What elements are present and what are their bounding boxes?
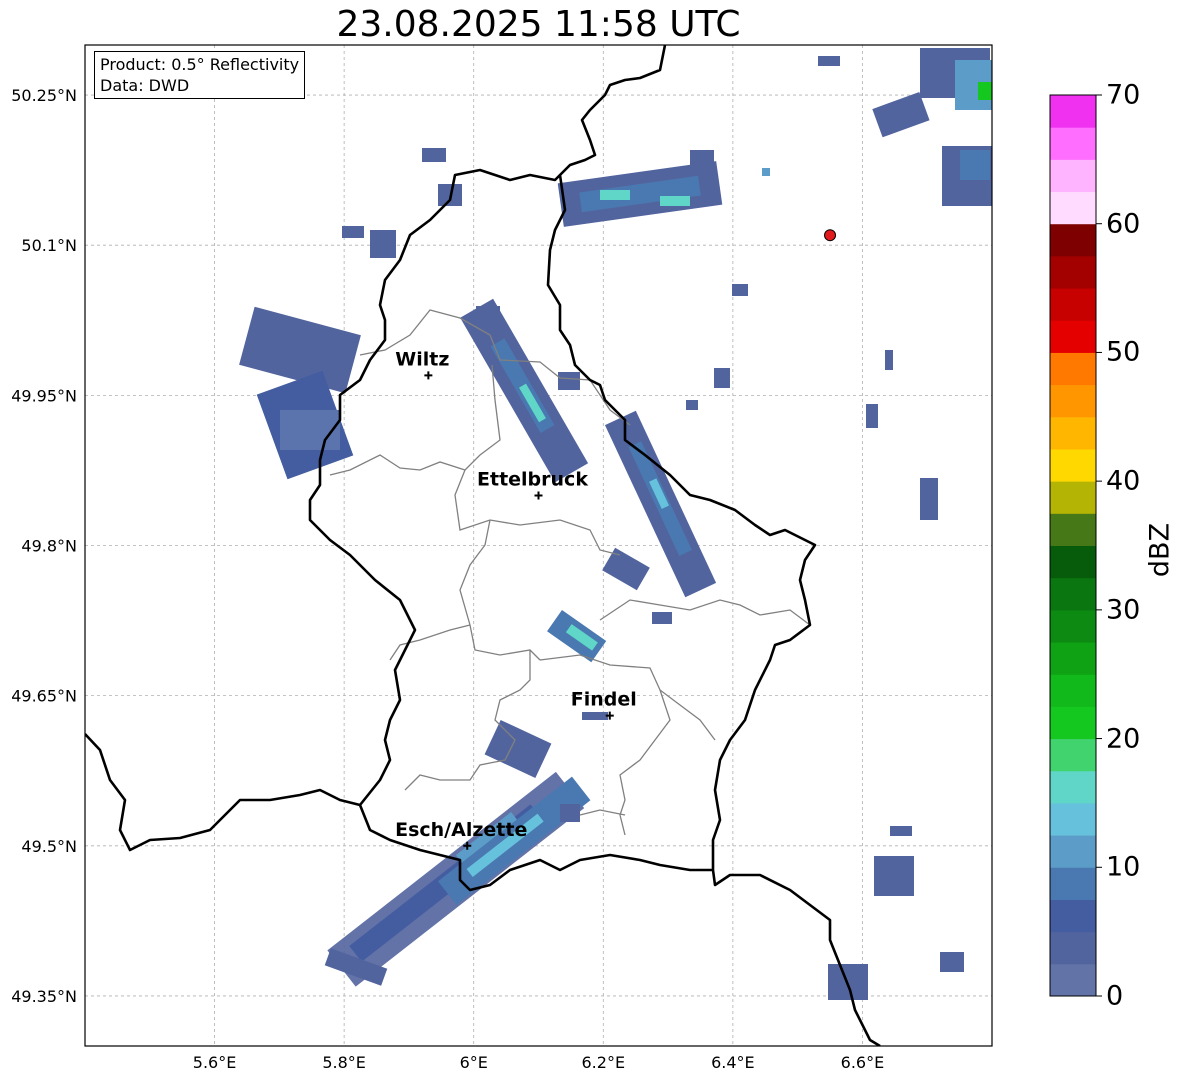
colorbar-segment (1050, 416, 1096, 450)
colorbar-segment (1050, 577, 1096, 611)
colorbar-segment (1050, 448, 1096, 482)
colorbar-segment (1050, 223, 1096, 257)
city-label: Wiltz (395, 348, 449, 370)
radar-site-marker (824, 229, 837, 242)
colorbar-tick-label: 30 (1106, 594, 1141, 626)
colorbar-segment (1050, 513, 1096, 546)
lon-tick-label: 6.2°E (582, 1053, 626, 1072)
colorbar-segment (1050, 545, 1096, 579)
lat-tick-label: 49.65°N (11, 687, 77, 706)
colorbar-segment (1050, 867, 1096, 900)
product-info-box: Product: 0.5° Reflectivity Data: DWD (94, 51, 306, 99)
lat-tick-label: 49.35°N (11, 987, 77, 1006)
radar-map: WiltzEttelbruckFindelEsch/Alzette 5.6°E 5… (11, 44, 1102, 1072)
colorbar-tick-label: 70 (1106, 79, 1141, 111)
axis-tick-labels: 5.6°E 5.8°E 6°E 6.2°E 6.4°E 6.6°E 50.25°N 50.1°… (11, 86, 884, 1072)
colorbar-segment (1050, 481, 1096, 514)
city-plus-icon (424, 371, 433, 380)
colorbar-segment (1050, 899, 1096, 933)
colorbar-tick-label: 50 (1106, 336, 1141, 368)
data-source-label: Data: DWD (100, 76, 190, 95)
city-markers: Wiltz Ettelbruck Findel Esch/Alzette (395, 348, 637, 850)
colorbar-tick-label: 40 (1106, 465, 1141, 497)
colorbar-segment (1050, 706, 1096, 740)
lat-tick-label: 49.95°N (11, 386, 77, 405)
colorbar-segment (1050, 770, 1096, 804)
city-marker: Wiltz (395, 348, 449, 380)
colorbar-segment (1050, 95, 1096, 128)
colorbar-segment (1050, 835, 1096, 868)
colorbar-segment (1050, 738, 1096, 772)
product-label: Product: 0.5° Reflectivity (100, 55, 300, 74)
graticule (85, 45, 992, 1046)
lon-tick-label: 6.4°E (711, 1053, 755, 1072)
city-label: Esch/Alzette (395, 819, 527, 841)
colorbar-segment (1050, 931, 1096, 965)
colorbar-label: dBZ (1144, 522, 1176, 578)
colorbar-segment (1050, 674, 1096, 707)
lat-tick-label: 50.25°N (11, 86, 77, 105)
lon-tick-label: 5.8°E (322, 1053, 366, 1072)
city-plus-icon (534, 491, 543, 500)
colorbar-segment (1050, 963, 1096, 997)
lon-tick-label: 6.6°E (841, 1053, 885, 1072)
colorbar-tick-label: 20 (1106, 723, 1141, 755)
lon-tick-label: 6°E (460, 1053, 488, 1072)
colorbar-segment (1050, 255, 1096, 289)
colorbar-segment (1050, 352, 1096, 386)
city-label: Findel (571, 689, 637, 711)
lat-tick-label: 49.8°N (21, 537, 77, 556)
colorbar-segment (1050, 127, 1096, 160)
colorbar-tick-label: 60 (1106, 208, 1141, 240)
city-marker: Ettelbruck (477, 468, 588, 500)
colorbar-segment (1050, 642, 1096, 675)
colorbar-segment (1050, 802, 1096, 836)
lon-tick-label: 5.6°E (193, 1053, 237, 1072)
colorbar-segment (1050, 384, 1096, 418)
colorbar-segment (1050, 191, 1096, 225)
colorbar-tick-label: 0 (1106, 980, 1124, 1012)
colorbar-tick-label: 10 (1106, 851, 1141, 883)
colorbar-segment (1050, 288, 1096, 321)
colorbar (1050, 94, 1102, 997)
colorbar-segment (1050, 159, 1096, 193)
colorbar-segment (1050, 320, 1096, 353)
lat-tick-label: 50.1°N (21, 236, 77, 255)
city-label: Ettelbruck (477, 468, 588, 490)
colorbar-segment (1050, 609, 1096, 643)
lat-tick-label: 49.5°N (21, 837, 77, 856)
